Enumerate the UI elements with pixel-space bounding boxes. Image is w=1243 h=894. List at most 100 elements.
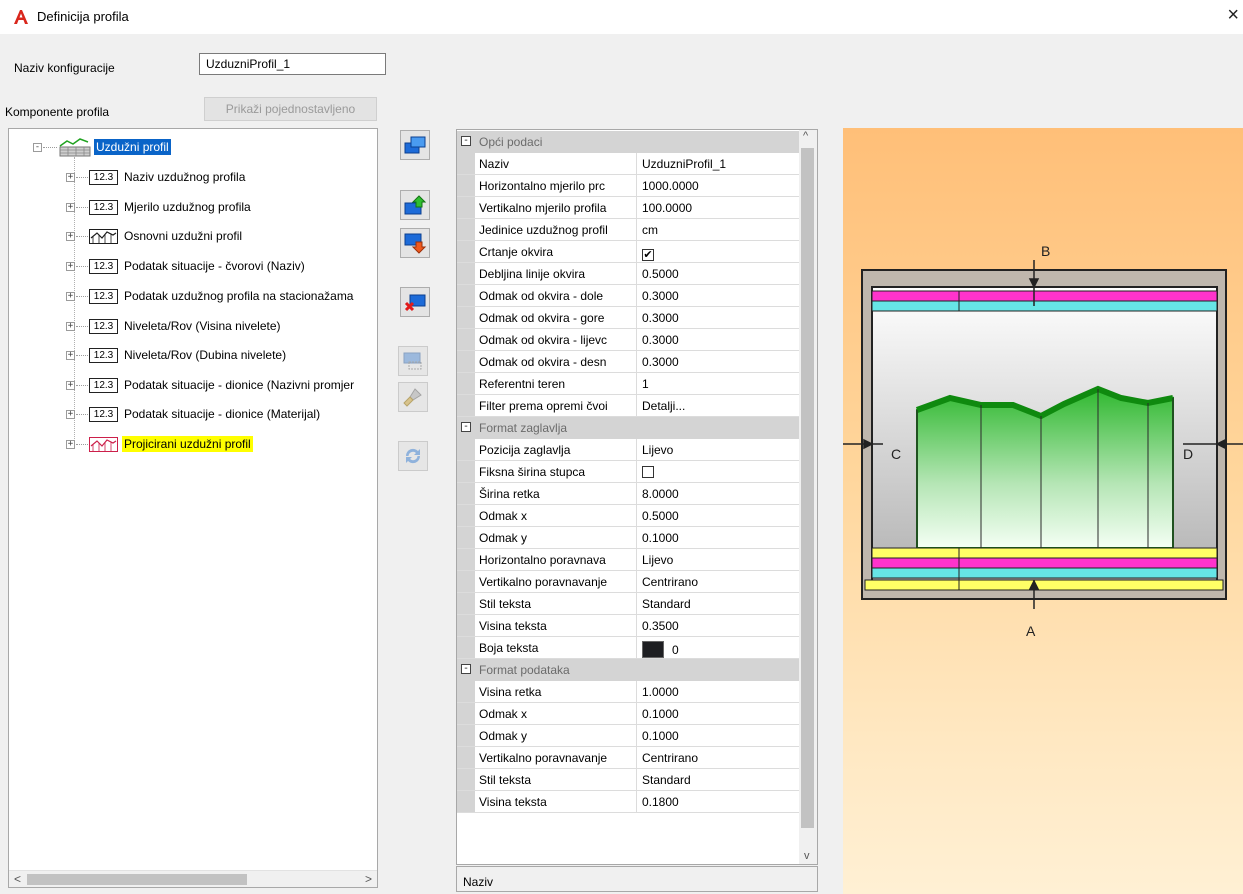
expand-icon[interactable]: + [66,321,75,331]
property-value[interactable]: 0.3000 [638,285,798,306]
tree-item[interactable]: +12.3 Podatak uzdužnog profila na stacion… [66,286,355,306]
property-value[interactable]: 0.1800 [638,791,798,812]
tree-item[interactable]: +12.3 Mjerilo uzdužnog profila [66,197,253,217]
expand-icon[interactable]: + [66,350,75,360]
property-row[interactable]: Fiksna širina stupca [457,461,799,483]
copy-button[interactable] [400,130,430,160]
tree-item[interactable]: +12.3 Niveleta/Rov (Dubina nivelete) [66,345,288,365]
property-value[interactable]: 0.5000 [638,505,798,526]
property-value[interactable]: 0.1000 [638,725,798,746]
property-value[interactable]: 0.3000 [638,351,798,372]
property-value[interactable]: 8.0000 [638,483,798,504]
property-value[interactable]: 0.3500 [638,615,798,636]
checked-icon[interactable]: ✔ [642,249,654,261]
property-value[interactable]: Centrirano [638,571,798,592]
move-down-button[interactable] [400,228,430,258]
collapse-icon[interactable]: - [461,136,471,146]
scroll-left-icon[interactable]: < [9,871,26,887]
property-row[interactable]: Jedinice uzdužnog profil cm [457,219,799,241]
property-value[interactable]: 1000.0000 [638,175,798,196]
property-row[interactable]: Visina retka 1.0000 [457,681,799,703]
refresh-button[interactable] [398,441,428,471]
property-value[interactable]: 1 [638,373,798,394]
property-value[interactable]: 0.1000 [638,527,798,548]
scroll-up-icon[interactable]: ^ [803,130,808,142]
property-row[interactable]: Odmak x 0.1000 [457,703,799,725]
tree-item[interactable]: +12.3 Podatak situacije - dionice (Materi… [66,404,322,424]
property-row[interactable]: Debljina linije okvira 0.5000 [457,263,799,285]
property-value[interactable]: Standard [638,593,798,614]
property-row[interactable]: Odmak od okvira - gore 0.3000 [457,307,799,329]
show-simplified-button[interactable]: Prikaži pojednostavljeno [204,97,377,121]
property-checkbox[interactable] [638,461,798,482]
tree-item[interactable]: +12.3 Naziv uzdužnog profila [66,167,247,187]
tree-item[interactable]: + Osnovni uzdužni profil [66,226,244,246]
property-row[interactable]: Odmak od okvira - dole 0.3000 [457,285,799,307]
property-row[interactable]: Odmak y 0.1000 [457,725,799,747]
property-grid-vertical-scrollbar[interactable]: ^ v [799,130,817,864]
property-checkbox[interactable]: ✔ [638,241,798,262]
property-row[interactable]: Visina teksta 0.3500 [457,615,799,637]
delete-button[interactable] [400,287,430,317]
expand-icon[interactable]: + [66,409,75,419]
property-row[interactable]: Referentni teren 1 [457,373,799,395]
collapse-icon[interactable]: - [461,422,471,432]
property-row[interactable]: Naziv UzduzniProfil_1 [457,153,799,175]
property-row[interactable]: Odmak y 0.1000 [457,527,799,549]
property-value[interactable]: 1.0000 [638,681,798,702]
property-value[interactable]: Lijevo [638,439,798,460]
close-icon[interactable]: × [1227,5,1239,25]
scroll-thumb[interactable] [27,874,247,885]
expand-icon[interactable]: + [66,231,75,241]
unchecked-icon[interactable] [642,466,654,478]
move-up-button[interactable] [400,190,430,220]
property-row[interactable]: Vertikalno mjerilo profila 100.0000 [457,197,799,219]
property-category[interactable]: - Format zaglavlja [457,417,799,439]
scroll-down-icon[interactable]: v [804,850,810,862]
property-row[interactable]: Širina retka 8.0000 [457,483,799,505]
property-color-value[interactable]: 0 [638,637,798,658]
expand-icon[interactable]: + [66,261,75,271]
tree-item[interactable]: +12.3 Niveleta/Rov (Visina nivelete) [66,316,283,336]
property-grid[interactable]: - Opći podaci Naziv UzduzniProfil_1 Horizont… [456,129,818,865]
property-value[interactable]: 0.5000 [638,263,798,284]
property-row[interactable]: Crtanje okvira ✔ [457,241,799,263]
property-row[interactable]: Horizontalno poravnava Lijevo [457,549,799,571]
property-value[interactable]: 0.3000 [638,307,798,328]
tree-item[interactable]: +12.3 Podatak situacije - čvorovi (Naziv) [66,256,307,276]
tree-item[interactable]: + Projicirani uzdužni profil [66,434,253,454]
property-row[interactable]: Visina teksta 0.1800 [457,791,799,813]
property-row[interactable]: Boja teksta 0 [457,637,799,659]
paint-button[interactable] [398,382,428,412]
property-row[interactable]: Horizontalno mjerilo prc 1000.0000 [457,175,799,197]
property-row[interactable]: Stil teksta Standard [457,769,799,791]
property-row[interactable]: Odmak x 0.5000 [457,505,799,527]
expand-icon[interactable]: + [66,291,75,301]
scroll-thumb[interactable] [801,148,814,828]
tree-root-item[interactable]: - Uzdužni profil [33,137,171,157]
property-row[interactable]: Vertikalno poravnavanje Centrirano [457,571,799,593]
tree-horizontal-scrollbar[interactable]: < > [9,870,377,887]
property-category[interactable]: - Opći podaci [457,131,799,153]
property-row[interactable]: Odmak od okvira - desn 0.3000 [457,351,799,373]
property-value[interactable]: Standard [638,769,798,790]
property-value[interactable]: Detalji... [638,395,798,416]
collapse-icon[interactable]: - [461,664,471,674]
property-value[interactable]: Centrirano [638,747,798,768]
properties-button[interactable] [398,346,428,376]
property-value[interactable]: Lijevo [638,549,798,570]
collapse-icon[interactable]: - [33,142,42,152]
property-value[interactable]: cm [638,219,798,240]
tree-item[interactable]: +12.3 Podatak situacije - dionice (Nazivn… [66,375,356,395]
property-row[interactable]: Odmak od okvira - lijevc 0.3000 [457,329,799,351]
property-value[interactable]: 0.3000 [638,329,798,350]
property-row[interactable]: Stil teksta Standard [457,593,799,615]
property-row[interactable]: Filter prema opremi čvoi Detalji... [457,395,799,417]
expand-icon[interactable]: + [66,380,75,390]
property-value[interactable]: UzduzniProfil_1 [638,153,798,174]
scroll-right-icon[interactable]: > [360,871,377,887]
property-value[interactable]: 0.1000 [638,703,798,724]
expand-icon[interactable]: + [66,439,75,449]
property-category[interactable]: - Format podataka [457,659,799,681]
property-row[interactable]: Vertikalno poravnavanje Centrirano [457,747,799,769]
